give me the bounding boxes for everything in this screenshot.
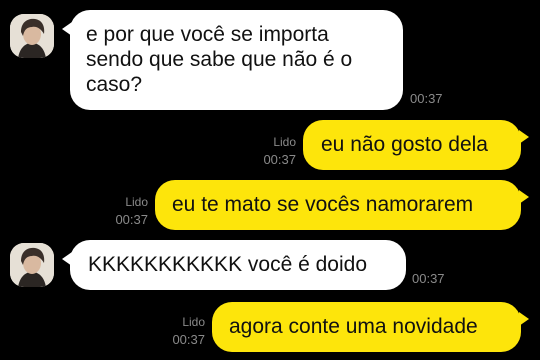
message-bubble-outgoing[interactable]: eu não gosto dela [303, 120, 529, 170]
message-meta: 00:37 [412, 270, 445, 287]
message-bubble-incoming[interactable]: e por que você se importa sendo que sabe… [62, 10, 403, 110]
message-time: 00:37 [115, 212, 148, 227]
message-meta: Lido 00:37 [236, 134, 296, 168]
message-meta: Lido 00:37 [88, 194, 148, 228]
avatar[interactable] [10, 243, 54, 287]
profile-photo-icon [10, 243, 54, 287]
message-meta: Lido 00:37 [145, 314, 205, 348]
read-receipt: Lido [182, 315, 205, 329]
read-receipt: Lido [273, 135, 296, 149]
bubble-tail [62, 252, 72, 266]
bubble-tail [519, 130, 529, 144]
message-text: agora conte uma novidade [229, 315, 478, 338]
read-receipt: Lido [125, 195, 148, 209]
message-bubble-outgoing[interactable]: eu te mato se vocês namorarem [155, 180, 529, 230]
message-text: eu não gosto dela [321, 133, 488, 156]
message-time: 00:37 [172, 332, 205, 347]
bubble-tail [519, 312, 529, 326]
message-bubble-outgoing[interactable]: agora conte uma novidade [212, 302, 529, 352]
message-text: KKKKKKKKKKK você é doido [88, 253, 367, 276]
bubble-tail [519, 190, 529, 204]
message-meta: 00:37 [410, 90, 443, 107]
bubble-tail [62, 22, 72, 36]
avatar[interactable] [10, 14, 54, 58]
message-time: 00:37 [412, 271, 445, 286]
message-text: e por que você se importa sendo que sabe… [86, 23, 353, 96]
message-text: eu te mato se vocês namorarem [172, 193, 474, 216]
message-bubble-incoming[interactable]: KKKKKKKKKKK você é doido [62, 240, 406, 290]
profile-photo-icon [10, 14, 54, 58]
message-time: 00:37 [410, 91, 443, 106]
message-time: 00:37 [263, 152, 296, 167]
